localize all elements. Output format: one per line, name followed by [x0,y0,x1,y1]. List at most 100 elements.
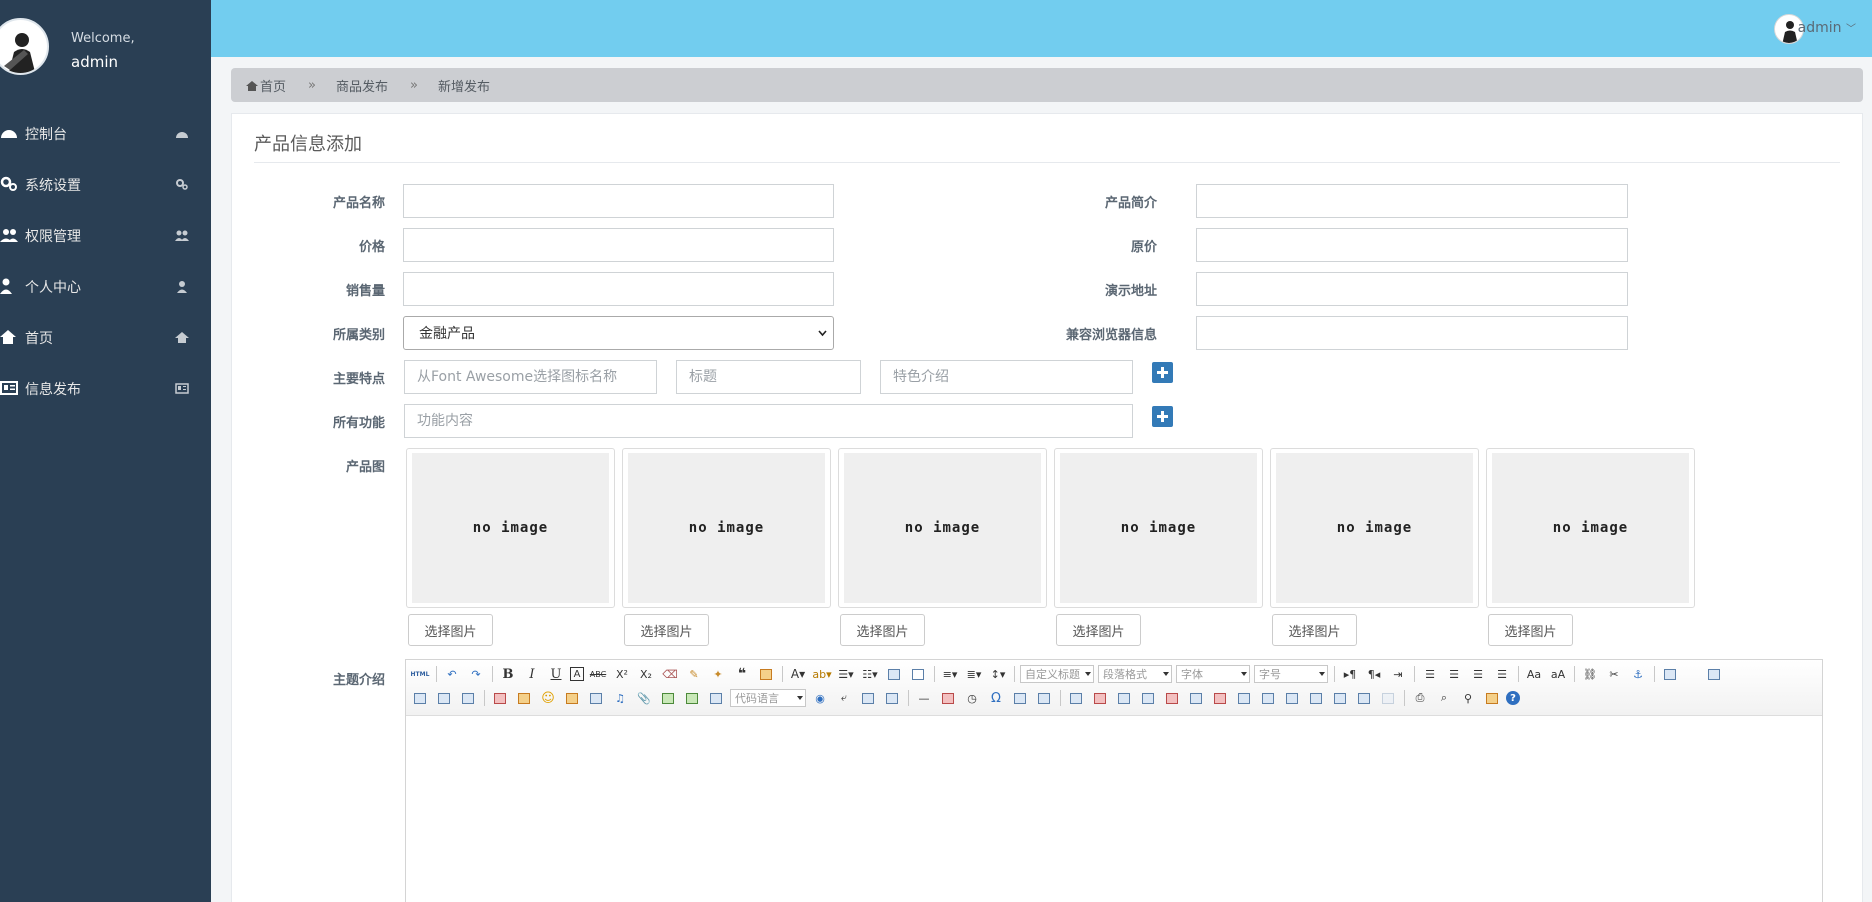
insert-video-icon[interactable] [586,688,606,708]
sidebar-item-permissions[interactable]: 权限管理 [0,210,211,261]
split-rows-icon[interactable] [1330,688,1350,708]
subscript-icon[interactable]: X₂ [636,664,656,684]
map-icon[interactable] [658,688,678,708]
underline-icon[interactable]: U [546,664,566,684]
merge-down-icon[interactable] [1282,688,1302,708]
feature-desc-input[interactable] [880,360,1133,394]
merge-right-icon[interactable] [1258,688,1278,708]
font-family-select[interactable]: 字体 [1176,665,1250,683]
image-left-icon[interactable] [434,688,454,708]
preview-icon[interactable]: ⌕ [1434,688,1454,708]
sidebar-item-dashboard[interactable]: 控制台 [0,108,211,159]
word-count-icon[interactable] [1034,688,1054,708]
date-icon[interactable] [938,688,958,708]
original-price-input[interactable] [1196,228,1628,262]
align-justify-icon[interactable]: ☰ [1492,664,1512,684]
clear-doc-icon[interactable] [908,664,928,684]
sales-input[interactable] [403,272,834,306]
delete-table-icon[interactable] [1090,688,1110,708]
merge-cells-icon[interactable] [1234,688,1254,708]
ordered-list-icon[interactable]: ☰▾ [836,664,856,684]
insert-image-icon[interactable] [514,688,534,708]
link-icon[interactable]: ⛓ [1580,664,1600,684]
select-image-button[interactable]: 选择图片 [1272,614,1357,646]
redo-icon[interactable]: ↷ [466,664,486,684]
rtl-icon[interactable]: ¶◂ [1364,664,1384,684]
chart-icon[interactable] [1378,688,1398,708]
sidebar-item-info-publish[interactable]: 信息发布 [0,363,211,414]
insert-paragraph-before-table-icon[interactable] [1114,688,1134,708]
blockquote-icon[interactable]: ❝ [732,664,752,684]
horizontal-rule-icon[interactable]: — [914,688,934,708]
unordered-list-icon[interactable]: ☷▾ [860,664,880,684]
align-right-icon[interactable]: ☰ [1468,664,1488,684]
feature-title-input[interactable] [676,360,861,394]
paste-text-icon[interactable] [756,664,776,684]
sidebar-item-system-settings[interactable]: 系统设置 [0,159,211,210]
split-cells-icon[interactable] [1306,688,1326,708]
auto-format-icon[interactable]: ✦ [708,664,728,684]
strikethrough-icon[interactable]: ABC [588,664,608,684]
uppercase-icon[interactable]: Aa [1524,664,1544,684]
demo-url-input[interactable] [1196,272,1628,306]
special-chars-icon[interactable]: Ω [986,688,1006,708]
word-image-icon[interactable] [882,688,902,708]
price-input[interactable] [403,228,834,262]
add-feature-button[interactable] [1152,362,1173,383]
split-cols-icon[interactable] [1354,688,1374,708]
align-center-icon[interactable]: ☰ [1444,664,1464,684]
font-size-select[interactable]: 字号 [1254,665,1328,683]
snapscreen-icon[interactable] [1010,688,1030,708]
attachment-icon[interactable]: 📎 [634,688,654,708]
sidebar-item-home[interactable]: 首页 [0,312,211,363]
print-icon[interactable]: ⎙ [1410,688,1430,708]
help-icon[interactable]: ? [1506,691,1520,705]
breadcrumb-product-publish[interactable]: 商品发布 [336,76,388,95]
superscript-icon[interactable]: X² [612,664,632,684]
editor-content-area[interactable] [406,716,1822,902]
select-image-button[interactable]: 选择图片 [1056,614,1141,646]
product-name-input[interactable] [403,184,834,218]
ltr-icon[interactable]: ▸¶ [1340,664,1360,684]
indent-icon[interactable]: ⇥ [1388,664,1408,684]
drafts-icon[interactable] [1482,688,1502,708]
insert-row-icon[interactable] [1138,688,1158,708]
bold-icon[interactable]: B [498,664,518,684]
sidebar-item-personal-center[interactable]: 个人中心 [0,261,211,312]
product-intro-input[interactable] [1196,184,1628,218]
image-center-icon[interactable] [458,688,478,708]
custom-heading-select[interactable]: 自定义标题 [1020,665,1094,683]
category-select[interactable]: 金融产品 [403,316,834,350]
emotion-icon[interactable]: ☺ [538,688,558,708]
add-function-button[interactable] [1152,406,1173,427]
highlight-color-icon[interactable]: ab▾ [812,664,832,684]
function-content-input[interactable] [404,404,1133,438]
undo-icon[interactable]: ↶ [442,664,462,684]
align-left-icon[interactable]: ☰ [1420,664,1440,684]
scrawl-icon[interactable] [562,688,582,708]
select-all-icon[interactable] [884,664,904,684]
fullscreen-icon[interactable] [1704,664,1724,684]
format-painter-icon[interactable]: ✎ [684,664,704,684]
line-height-icon[interactable]: ↕▾ [988,664,1008,684]
music-icon[interactable]: ♫ [610,688,630,708]
italic-icon[interactable]: I [522,664,542,684]
delete-col-icon[interactable] [1210,688,1230,708]
lowercase-icon[interactable]: aA [1548,664,1568,684]
background-icon[interactable] [682,688,702,708]
row-spacing-top-icon[interactable]: ≡▾ [940,664,960,684]
paragraph-format-select[interactable]: 段落格式 [1098,665,1172,683]
insert-code-icon[interactable] [706,688,726,708]
user-menu-toggle[interactable]: admin ﹀ [1798,20,1856,36]
insert-col-icon[interactable] [1186,688,1206,708]
breadcrumb-home[interactable]: 首页 [260,76,286,95]
row-spacing-bottom-icon[interactable]: ≣▾ [964,664,984,684]
select-image-button[interactable]: 选择图片 [408,614,493,646]
image-float-icon[interactable] [1660,664,1680,684]
simple-upload-icon[interactable] [490,688,510,708]
code-language-select[interactable]: 代码语言 [730,689,806,707]
anchor-icon[interactable]: ⚓ [1628,664,1648,684]
unlink-icon[interactable]: ✂ [1604,664,1624,684]
font-border-icon[interactable]: A [570,667,584,681]
eraser-icon[interactable]: ⌫ [660,664,680,684]
